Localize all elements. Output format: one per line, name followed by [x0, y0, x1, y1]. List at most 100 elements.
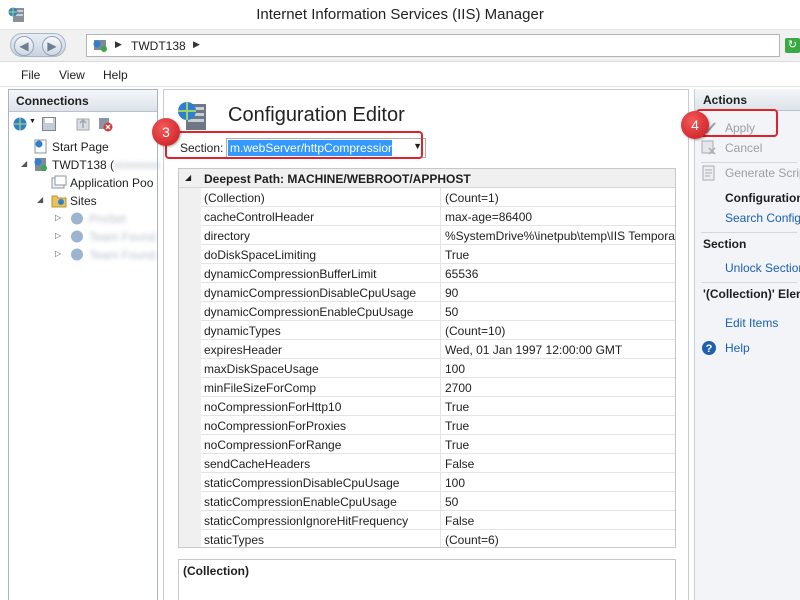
configuration-action[interactable]: Configuration: [695, 189, 800, 207]
table-row[interactable]: staticTypes (Count=6): [201, 530, 675, 547]
configuration-editor-icon: [178, 102, 206, 130]
breadcrumb-separator-icon: ▶: [115, 39, 122, 49]
tree-label-site: ProSet: [89, 212, 126, 226]
menu-bar: File View Help: [0, 62, 800, 87]
property-value[interactable]: False: [442, 511, 675, 530]
collapse-arrow-icon[interactable]: ◢: [37, 195, 43, 204]
unlock-section-link[interactable]: Unlock Section: [695, 259, 800, 277]
table-row[interactable]: maxDiskSpaceUsage 100: [201, 359, 675, 378]
property-name: cacheControlHeader: [201, 207, 441, 226]
property-value[interactable]: 100: [442, 359, 675, 378]
site-globe-icon: [71, 230, 83, 243]
property-name: expiresHeader: [201, 340, 441, 359]
grid-header: ◢ Deepest Path: MACHINE/WEBROOT/APPHOST: [179, 169, 675, 188]
sites-folder-icon: [51, 195, 67, 208]
property-value[interactable]: (Count=6): [442, 530, 675, 547]
edit-items-link[interactable]: Edit Items: [695, 314, 800, 332]
deepest-path: Deepest Path: MACHINE/WEBROOT/APPHOST: [204, 172, 471, 186]
property-name: directory: [201, 226, 441, 245]
property-name: minFileSizeForComp: [201, 378, 441, 397]
server-icon: [34, 158, 47, 171]
collection-element-title: '(Collection)' Element: [703, 287, 800, 301]
refresh-icon[interactable]: ↻: [785, 38, 800, 53]
table-row[interactable]: dynamicCompressionEnableCpuUsage 50: [201, 302, 675, 321]
property-value[interactable]: %SystemDrive%\inetpub\temp\IIS Tempora: [442, 226, 675, 245]
help-link[interactable]: ? Help: [695, 339, 800, 357]
edit-items-label: Edit Items: [725, 316, 779, 330]
table-row[interactable]: cacheControlHeader max-age=86400: [201, 207, 675, 226]
forward-arrow-icon[interactable]: ▶: [42, 36, 62, 56]
collapse-arrow-icon[interactable]: ◢: [185, 173, 191, 182]
table-row[interactable]: directory %SystemDrive%\inetpub\temp\IIS …: [201, 226, 675, 245]
search-configuration-link[interactable]: Search Configuration: [695, 209, 800, 227]
back-arrow-icon[interactable]: ◀: [14, 36, 34, 56]
table-row[interactable]: dynamicTypes (Count=10): [201, 321, 675, 340]
server-icon: [93, 40, 107, 52]
table-row[interactable]: staticCompressionDisableCpuUsage 100: [201, 473, 675, 492]
table-row[interactable]: dynamicCompressionBufferLimit 65536: [201, 264, 675, 283]
property-value[interactable]: Wed, 01 Jan 1997 12:00:00 GMT: [442, 340, 675, 359]
table-row[interactable]: noCompressionForHttp10 True: [201, 397, 675, 416]
property-value[interactable]: 50: [442, 492, 675, 511]
expand-arrow-icon[interactable]: ▷: [55, 231, 61, 240]
divider: [701, 162, 797, 163]
property-value[interactable]: 65536: [442, 264, 675, 283]
property-value[interactable]: False: [442, 454, 675, 473]
table-row[interactable]: dynamicCompressionDisableCpuUsage 90: [201, 283, 675, 302]
property-value[interactable]: (Count=10): [442, 321, 675, 340]
property-value[interactable]: True: [442, 397, 675, 416]
cancel-button[interactable]: Cancel: [695, 139, 800, 157]
address-path[interactable]: ▶ TWDT138 ▶: [86, 34, 780, 57]
property-value[interactable]: True: [442, 245, 675, 264]
table-row[interactable]: noCompressionForRange True: [201, 435, 675, 454]
connect-globe-icon[interactable]: [12, 116, 28, 132]
disconnect-icon[interactable]: [97, 116, 113, 132]
menu-file[interactable]: File: [21, 68, 40, 82]
connections-toolbar: ▼: [9, 112, 157, 136]
table-row[interactable]: minFileSizeForComp 2700: [201, 378, 675, 397]
table-row[interactable]: (Collection) (Count=1): [201, 188, 675, 207]
tree-label-server-suffix: nnnnnnn: [113, 158, 160, 172]
expand-arrow-icon[interactable]: ▷: [55, 213, 61, 222]
configuration-label: Configuration: [725, 191, 800, 205]
table-row[interactable]: expiresHeader Wed, 01 Jan 1997 12:00:00 G…: [201, 340, 675, 359]
table-row[interactable]: staticCompressionIgnoreHitFrequency False: [201, 511, 675, 530]
menu-help[interactable]: Help: [103, 68, 128, 82]
table-row[interactable]: noCompressionForProxies True: [201, 416, 675, 435]
generate-script-button[interactable]: Generate Script: [695, 164, 800, 182]
address-bar: ◀ ▶ ▶ TWDT138 ▶ ↻: [0, 30, 800, 62]
up-level-icon[interactable]: [75, 116, 91, 132]
page-title: Configuration Editor: [228, 104, 405, 126]
cancel-icon: [701, 140, 716, 155]
callout-highlight-section: [165, 131, 423, 159]
tree-label-application-pools: Application Poo: [70, 176, 154, 190]
actions-title: Actions: [695, 89, 800, 111]
script-icon: [702, 165, 715, 181]
property-value[interactable]: 90: [442, 283, 675, 302]
table-row[interactable]: doDiskSpaceLimiting True: [201, 245, 675, 264]
tree-label-site: Team Found: [89, 248, 156, 262]
breadcrumb-separator-icon[interactable]: ▶: [193, 39, 200, 50]
property-value[interactable]: True: [442, 435, 675, 454]
tree-label-start-page: Start Page: [52, 140, 109, 154]
menu-view[interactable]: View: [59, 68, 85, 82]
breadcrumb-server[interactable]: TWDT138: [131, 39, 186, 53]
property-value[interactable]: 100: [442, 473, 675, 492]
divider: [701, 282, 797, 283]
property-name: dynamicCompressionEnableCpuUsage: [201, 302, 441, 321]
property-name: noCompressionForHttp10: [201, 397, 441, 416]
table-row[interactable]: sendCacheHeaders False: [201, 454, 675, 473]
grid-gutter: [179, 188, 201, 547]
save-icon[interactable]: [41, 116, 57, 132]
property-value[interactable]: (Count=1): [442, 188, 675, 207]
property-value[interactable]: max-age=86400: [442, 207, 675, 226]
svg-text:?: ?: [706, 343, 713, 355]
dropdown-arrow-icon[interactable]: ▼: [29, 118, 36, 125]
expand-arrow-icon[interactable]: ▷: [55, 249, 61, 258]
property-value[interactable]: True: [442, 416, 675, 435]
collapse-arrow-icon[interactable]: ◢: [21, 159, 27, 168]
table-row[interactable]: staticCompressionEnableCpuUsage 50: [201, 492, 675, 511]
property-value[interactable]: 2700: [442, 378, 675, 397]
property-value[interactable]: 50: [442, 302, 675, 321]
property-name: staticCompressionEnableCpuUsage: [201, 492, 441, 511]
